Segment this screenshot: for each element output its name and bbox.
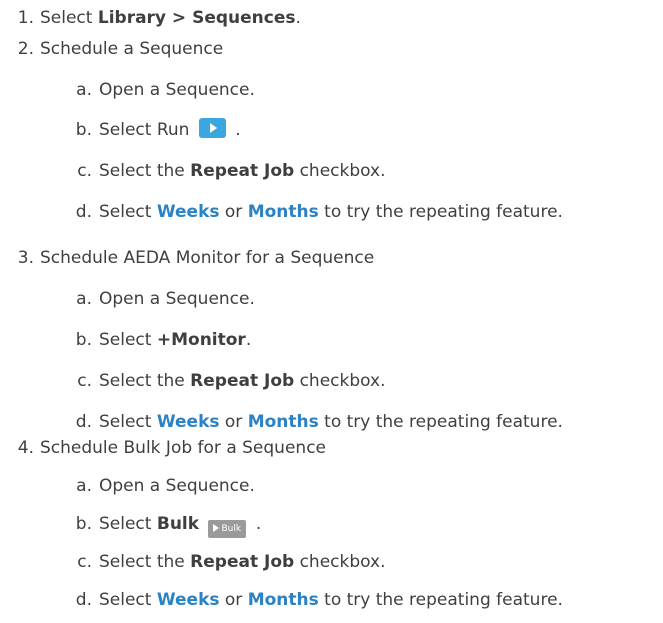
step-number: 1. [17, 8, 34, 28]
substep-letter: a. [76, 80, 92, 100]
substep-text-pre: Select [99, 330, 157, 350]
step-number: 3. [17, 248, 34, 268]
weeks-link[interactable]: Weeks [157, 590, 220, 610]
substep-text-post: checkbox. [294, 552, 386, 572]
substep-text: Select Weeks or Months to try the repeat… [99, 584, 563, 616]
substep-text-pre: Select the [99, 371, 191, 391]
bulk-label: Bulk [156, 514, 200, 534]
substep-text-pre: Select the [99, 552, 191, 572]
substep-text-post: to try the repeating feature. [318, 590, 563, 610]
substep-text: Select the Repeat Job checkbox. [99, 365, 385, 397]
substep-text: Select Run . [99, 114, 241, 146]
repeat-job-label: Repeat Job [190, 161, 295, 181]
substep-text-post: . [235, 120, 241, 140]
substep-letter: b. [75, 120, 92, 140]
substep-text-mid: or [219, 202, 248, 222]
substep-letter: a. [76, 289, 92, 309]
substep-text-pre: Select [99, 590, 157, 610]
weeks-link[interactable]: Weeks [157, 202, 220, 222]
substep-text: Select Bulk Bulk . [99, 508, 261, 540]
monitor-label: +Monitor [156, 330, 246, 350]
substep-text-post: . [255, 514, 262, 534]
substep-text-pre: Select the [99, 161, 191, 181]
months-link[interactable]: Months [248, 412, 319, 432]
bulk-button-icon: Bulk [208, 520, 247, 538]
repeat-job-label: Repeat Job [190, 371, 295, 391]
substep-text: Select +Monitor. [99, 324, 251, 356]
weeks-link[interactable]: Weeks [157, 412, 220, 432]
step-number: 2. [17, 39, 34, 59]
substep-text-mid: or [219, 412, 248, 432]
substep-text-pre: Select Run [99, 120, 190, 140]
substep-text-post: . [245, 330, 252, 350]
substep-text: Select the Repeat Job checkbox. [99, 155, 385, 187]
months-link[interactable]: Months [248, 202, 319, 222]
step-text-post: . [295, 8, 301, 28]
substep-text: Open a Sequence. [99, 80, 255, 100]
play-triangle-icon [213, 524, 220, 532]
substep-letter: d. [75, 590, 92, 610]
substep-text-mid: or [219, 590, 248, 610]
substep-text-pre: Select [99, 202, 157, 222]
substep-text: Open a Sequence. [99, 476, 255, 496]
substep-letter: b. [75, 514, 92, 534]
substep-text: Open a Sequence. [99, 289, 255, 309]
substep-letter: d. [75, 202, 92, 222]
substep-letter: c. [77, 552, 92, 572]
library-sequences-label: Library > Sequences [97, 8, 296, 28]
substep-text: Select the Repeat Job checkbox. [99, 546, 385, 578]
substep-text: Select Weeks or Months to try the repeat… [99, 196, 563, 228]
substep-text-pre: Select [99, 514, 157, 534]
step-number: 4. [17, 438, 34, 458]
substep-letter: c. [77, 371, 92, 391]
substep-letter: b. [75, 330, 92, 350]
step-text: Schedule a Sequence [40, 39, 224, 59]
substep-letter: c. [77, 161, 92, 181]
bulk-icon-label: Bulk [221, 524, 242, 534]
substep-text-post: to try the repeating feature. [318, 202, 563, 222]
run-play-icon [198, 118, 226, 138]
substep-text-post: checkbox. [294, 371, 386, 391]
substep-letter: a. [76, 476, 92, 496]
substep-text-post: to try the repeating feature. [318, 412, 563, 432]
substep-text-post: checkbox. [294, 161, 386, 181]
step-text: Schedule AEDA Monitor for a Sequence [40, 248, 375, 268]
repeat-job-label: Repeat Job [190, 552, 295, 572]
step-text: Schedule Bulk Job for a Sequence [40, 438, 326, 458]
instructions-document: 1. Select Library > Sequences. 2. Schedu… [0, 0, 663, 623]
step-text-pre: Select [40, 8, 98, 28]
months-link[interactable]: Months [248, 590, 319, 610]
substep-text-pre: Select [99, 412, 157, 432]
step-text: Select Library > Sequences. [40, 2, 301, 34]
